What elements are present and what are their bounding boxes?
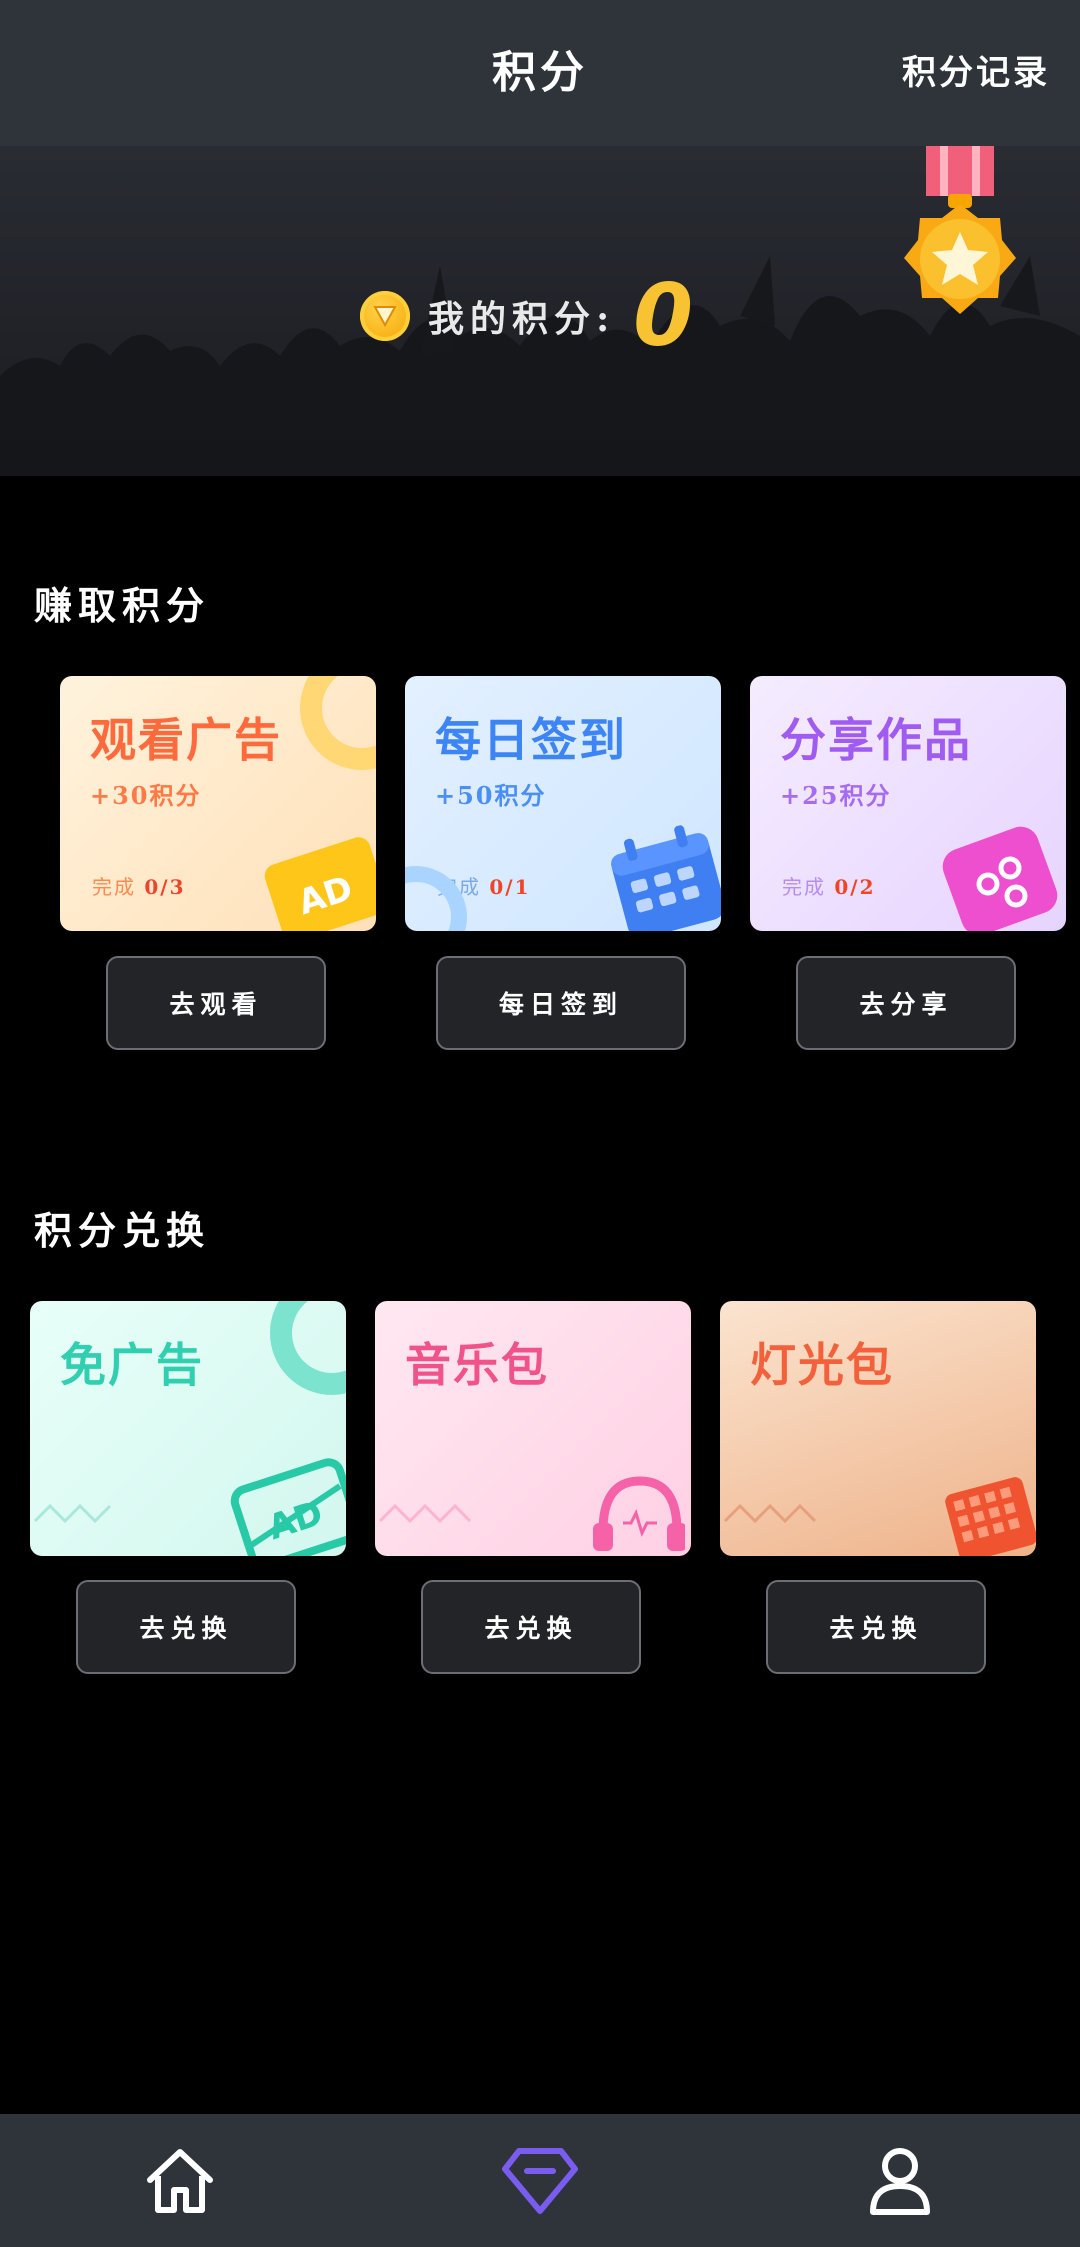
exchange-card-no-ads[interactable]: 免广告 AD — [30, 1301, 346, 1556]
zigzag-decoration — [378, 1503, 472, 1524]
task-reward: +30积分 — [90, 781, 202, 810]
home-icon — [147, 2148, 213, 2213]
bottom-tab-bar — [0, 2114, 1080, 2247]
watch-ad-button[interactable]: 去观看 — [106, 956, 326, 1050]
exchange-card-music-pack[interactable]: 音乐包 — [375, 1301, 691, 1556]
top-header: 积分 积分记录 — [0, 0, 1080, 146]
exchange-card-light-pack[interactable]: 灯光包 — [720, 1301, 1036, 1556]
share-button[interactable]: 去分享 — [796, 956, 1016, 1050]
ad-icon: AD — [230, 1458, 346, 1556]
exchange-title: 灯光包 — [750, 1338, 894, 1392]
zigzag-decoration — [723, 1503, 817, 1524]
medal-icon — [904, 146, 1016, 314]
zigzag-decoration — [33, 1503, 112, 1524]
light-grid-icon — [945, 1477, 1036, 1556]
task-title: 每日签到 — [435, 713, 627, 767]
task-card-daily-checkin[interactable]: 每日签到 +50积分 完成 0/1 — [405, 676, 721, 931]
task-reward: +50积分 — [435, 781, 547, 810]
exchange-title: 音乐包 — [405, 1338, 549, 1392]
headphones-icon — [593, 1476, 685, 1551]
task-progress: 完成 0/2 — [782, 875, 876, 899]
task-title: 观看广告 — [90, 713, 282, 767]
task-progress: 完成 0/3 — [92, 875, 186, 899]
points-label: 我的积分: — [428, 298, 616, 340]
daily-checkin-button[interactable]: 每日签到 — [436, 956, 686, 1050]
exchange-title: 免广告 — [60, 1338, 204, 1392]
tab-profile[interactable] — [720, 2114, 1080, 2247]
ring-decoration — [300, 676, 376, 770]
tab-points[interactable] — [360, 2114, 720, 2247]
ring-decoration — [270, 1301, 346, 1395]
ad-icon: AD — [264, 837, 376, 931]
my-points: 我的积分: 0 — [360, 266, 693, 366]
tab-home[interactable] — [0, 2114, 360, 2247]
calendar-icon — [611, 825, 721, 931]
coin-icon — [360, 291, 410, 341]
exchange-section-title: 积分兑换 — [34, 1208, 211, 1253]
earn-section-title: 赚取积分 — [34, 583, 211, 628]
task-title: 分享作品 — [780, 713, 972, 767]
exchange-no-ads-button[interactable]: 去兑换 — [76, 1580, 296, 1674]
exchange-music-pack-button[interactable]: 去兑换 — [421, 1580, 641, 1674]
points-value: 0 — [633, 266, 694, 366]
share-icon — [942, 826, 1058, 931]
task-reward: +25积分 — [780, 781, 892, 810]
diamond-icon — [502, 2147, 578, 2214]
task-card-watch-ad[interactable]: 观看广告 +30积分 完成 0/3 AD — [60, 676, 376, 931]
points-record-link[interactable]: 积分记录 — [902, 0, 1050, 146]
exchange-light-pack-button[interactable]: 去兑换 — [766, 1580, 986, 1674]
task-card-share-work[interactable]: 分享作品 +25积分 完成 0/2 — [750, 676, 1066, 931]
user-icon — [870, 2147, 930, 2215]
